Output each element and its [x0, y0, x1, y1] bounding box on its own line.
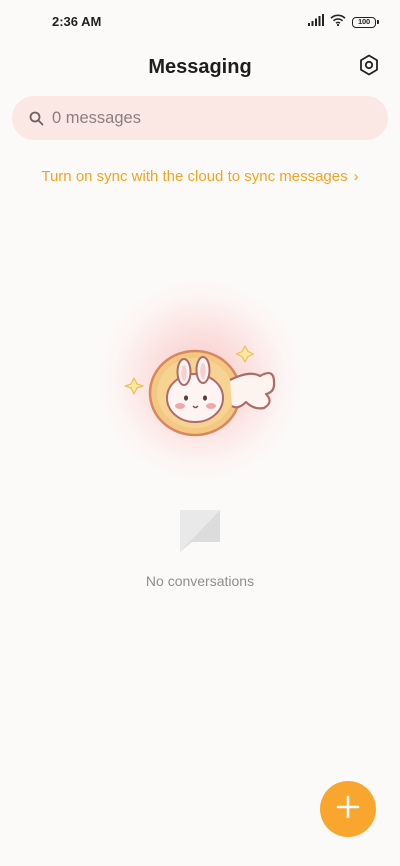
- chevron-right-icon: ›: [353, 168, 359, 185]
- signal-icon: [308, 13, 324, 31]
- status-bar: 2:36 AM 100: [0, 0, 400, 44]
- sync-cloud-label: Turn on sync with the cloud to sync mess…: [41, 168, 348, 185]
- new-message-button[interactable]: [320, 781, 376, 837]
- bunny-illustration: [60, 260, 340, 520]
- bunny-drawing: [124, 345, 276, 437]
- wifi-icon: [330, 13, 346, 31]
- status-time: 2:36 AM: [52, 14, 102, 29]
- status-icons: 100: [308, 13, 379, 31]
- search-icon: [28, 110, 44, 126]
- page-title: Messaging: [148, 56, 252, 78]
- search-placeholder: 0 messages: [52, 108, 141, 127]
- search-input[interactable]: 0 messages: [12, 96, 388, 140]
- sync-cloud-link[interactable]: Turn on sync with the cloud to sync mess…: [0, 168, 400, 185]
- battery-icon: 100: [352, 16, 379, 28]
- battery-level: 100: [358, 17, 370, 27]
- chat-bubble-icon: [178, 508, 222, 554]
- plus-icon: [336, 795, 360, 824]
- header: Messaging: [0, 52, 400, 84]
- empty-state-label: No conversations: [145, 573, 255, 589]
- gear-icon: [359, 54, 379, 81]
- settings-button[interactable]: [356, 54, 382, 80]
